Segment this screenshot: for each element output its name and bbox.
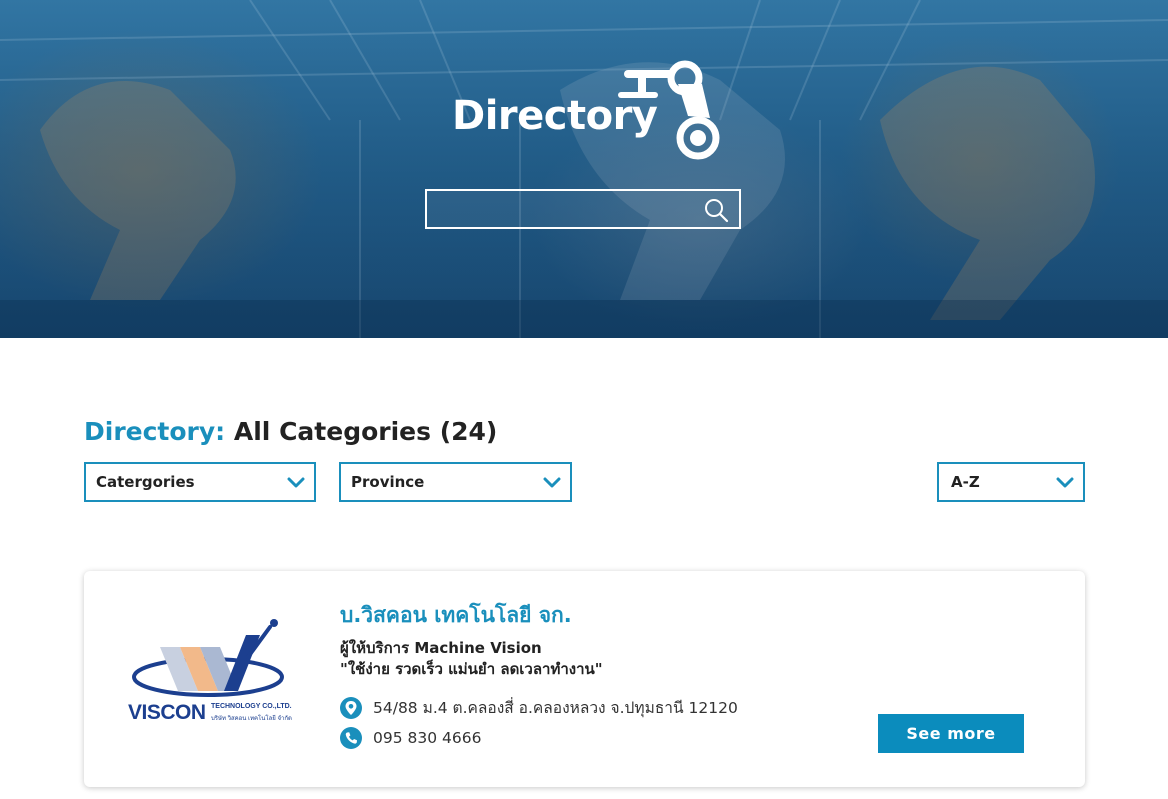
listing-card: VISCON TECHNOLOGY CO.,LTD. บริษัท วิสคอน… [84, 571, 1085, 787]
categories-dropdown-label: Catergories [96, 473, 195, 491]
province-dropdown[interactable]: Province [339, 462, 572, 502]
robot-arm-icon [618, 60, 720, 160]
province-dropdown-label: Province [351, 473, 425, 491]
viscon-logo-mark [132, 619, 284, 697]
logo-subtitle-en: TECHNOLOGY CO.,LTD. [211, 703, 292, 710]
hero-overlay [0, 0, 1168, 338]
search-input[interactable] [433, 195, 695, 223]
company-name[interactable]: บ.วิสคอน เทคโนโลยี จก. [340, 599, 572, 632]
phone-row: 095 830 4666 [340, 727, 481, 749]
sort-dropdown-label: A-Z [951, 473, 980, 491]
hero-banner: Directory [0, 0, 1168, 338]
company-slogan: "ใช้ง่าย รวดเร็ว แม่นยำ ลดเวลาทำงาน" [340, 660, 603, 678]
page-title: Directory: All Categories (24) [84, 417, 497, 446]
page-title-category-count: All Categories (24) [225, 417, 498, 446]
search-box[interactable] [425, 189, 741, 229]
chevron-down-icon [543, 477, 561, 488]
sort-dropdown[interactable]: A-Z [937, 462, 1085, 502]
page-title-accent: Directory: [84, 417, 226, 446]
chevron-down-icon [287, 477, 305, 488]
see-more-button[interactable]: See more [878, 714, 1024, 753]
address-row: 54/88 ม.4 ต.คลองสี่ อ.คลองหลวง จ.ปทุมธาน… [340, 695, 738, 720]
logo-brand: VISCON [128, 701, 206, 724]
phone-icon [340, 727, 362, 749]
chevron-down-icon [1056, 477, 1074, 488]
address-text: 54/88 ม.4 ต.คลองสี่ อ.คลองหลวง จ.ปทุมธาน… [373, 699, 738, 717]
search-icon[interactable] [703, 197, 729, 223]
map-pin-icon [340, 696, 362, 719]
logo-subtitle-th: บริษัท วิสคอน เทคโนโลยี จำกัด [211, 716, 292, 722]
categories-dropdown[interactable]: Catergories [84, 462, 316, 502]
company-logo: VISCON TECHNOLOGY CO.,LTD. บริษัท วิสคอน… [128, 617, 292, 727]
phone-text[interactable]: 095 830 4666 [373, 729, 481, 747]
